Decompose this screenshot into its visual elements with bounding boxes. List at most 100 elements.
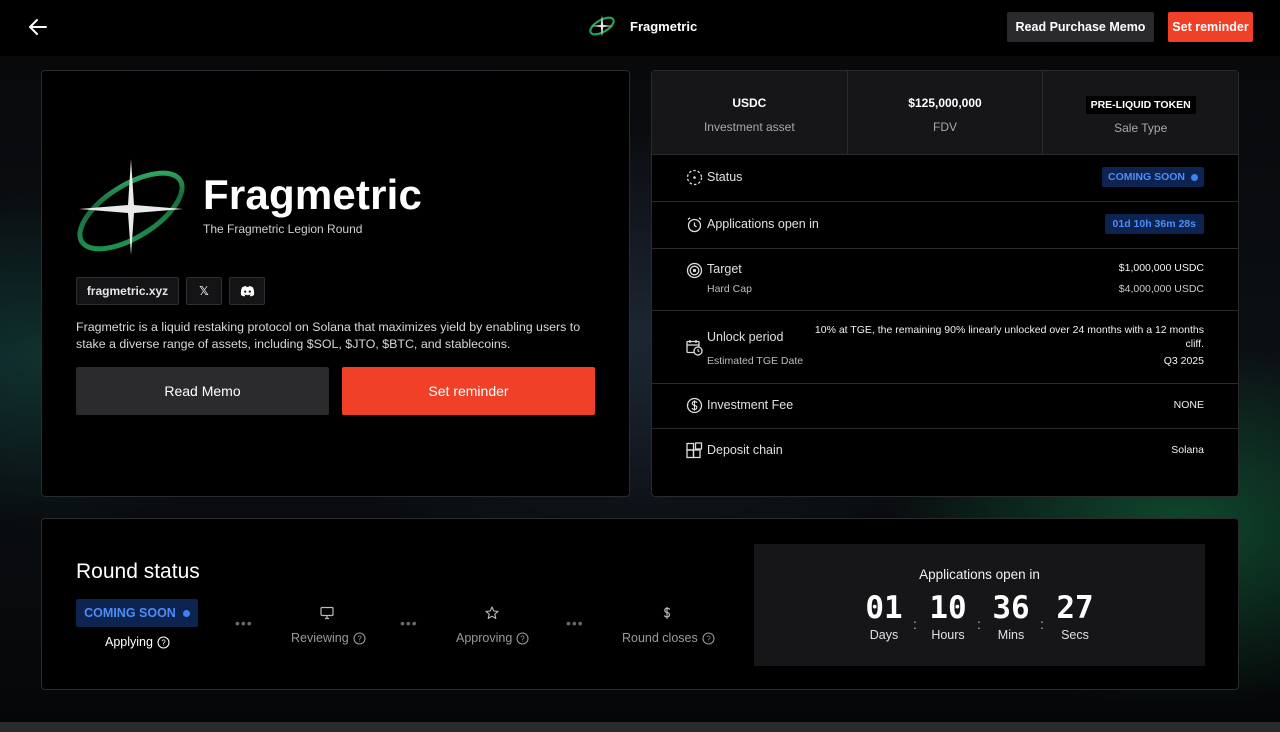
set-reminder-top-button[interactable]: Set reminder bbox=[1168, 12, 1253, 42]
monitor-icon bbox=[320, 606, 334, 620]
countdown-unit: Secs bbox=[1061, 628, 1089, 642]
countdown-value: 01 bbox=[865, 590, 903, 626]
round-status-title: Round status bbox=[76, 560, 200, 583]
detail-row-status: Status COMING SOON bbox=[652, 155, 1238, 202]
detail-sub-label: Hard Cap bbox=[707, 283, 752, 295]
stat-investment-asset: USDC Investment asset bbox=[652, 71, 848, 154]
countdown-separator: : bbox=[1040, 616, 1044, 632]
countdown-hours: 10 Hours bbox=[923, 590, 973, 642]
countdown-value: 10 bbox=[929, 590, 967, 626]
countdown-unit: Mins bbox=[997, 628, 1025, 642]
x-icon: 𝕏 bbox=[199, 284, 209, 298]
countdown-unit: Days bbox=[869, 628, 899, 642]
detail-row-target: Target Hard Cap $1,000,000 USDC $4,000,0… bbox=[652, 249, 1238, 311]
project-subtitle: The Fragmetric Legion Round bbox=[203, 222, 363, 236]
fragmetric-logo-icon bbox=[589, 15, 615, 37]
x-link[interactable]: 𝕏 bbox=[186, 277, 222, 305]
countdown-separator: : bbox=[977, 616, 981, 632]
step-separator: ••• bbox=[400, 615, 418, 631]
alarm-clock-icon bbox=[687, 217, 702, 233]
detail-row-fee: Investment Fee NONE bbox=[652, 384, 1238, 429]
step-separator: ••• bbox=[235, 615, 253, 631]
stat-fdv: $125,000,000 FDV bbox=[848, 71, 1044, 154]
status-dot bbox=[1191, 173, 1198, 181]
status-dashed-circle-icon bbox=[686, 169, 703, 186]
step-label: Approving bbox=[456, 631, 513, 645]
read-purchase-memo-button[interactable]: Read Purchase Memo bbox=[1007, 12, 1154, 42]
stat-value: $125,000,000 bbox=[908, 96, 982, 110]
status-badge: COMING SOON bbox=[1101, 167, 1204, 187]
sale-stats: USDC Investment asset $125,000,000 FDV P… bbox=[652, 71, 1238, 155]
step-separator: ••• bbox=[566, 615, 584, 631]
step-round-closes: Round closes ? bbox=[622, 631, 715, 645]
countdown-value: 27 bbox=[1056, 590, 1094, 626]
help-circle-icon[interactable]: ? bbox=[702, 631, 715, 645]
stat-value: USDC bbox=[732, 96, 767, 110]
round-status-badge: COMING SOON bbox=[76, 599, 198, 627]
detail-label: Target bbox=[707, 262, 742, 276]
help-circle-icon[interactable]: ? bbox=[353, 631, 366, 645]
bottom-strip bbox=[0, 722, 1280, 732]
round-status-dot bbox=[182, 609, 190, 617]
website-link[interactable]: fragmetric.xyz bbox=[76, 277, 179, 305]
detail-row-chain: Deposit chain Solana bbox=[652, 429, 1238, 474]
stat-label: Investment asset bbox=[703, 120, 795, 134]
step-label: Round closes bbox=[622, 631, 698, 645]
sale-details-card: USDC Investment asset $125,000,000 FDV P… bbox=[651, 70, 1239, 497]
fee-value: NONE bbox=[1173, 399, 1204, 411]
svg-text:?: ? bbox=[521, 634, 526, 643]
countdown-days: 01 Days bbox=[859, 590, 909, 642]
countdown-mins: 36 Mins bbox=[986, 590, 1036, 642]
svg-text:?: ? bbox=[706, 634, 711, 643]
sale-type-badge: PRE-LIQUID TOKEN bbox=[1085, 96, 1196, 114]
dollar-circle-icon bbox=[686, 397, 703, 414]
countdown-secs: 27 Secs bbox=[1050, 590, 1100, 642]
round-status-badge-text: COMING SOON bbox=[84, 606, 176, 620]
svg-text:?: ? bbox=[357, 634, 362, 643]
back-arrow-icon[interactable] bbox=[26, 15, 50, 39]
stat-value-wrap: PRE-LIQUID TOKEN bbox=[1043, 96, 1238, 114]
stat-label: FDV bbox=[933, 120, 957, 134]
applications-timer-badge: 01d 10h 36m 28s bbox=[1104, 214, 1204, 234]
detail-label: Applications open in bbox=[707, 217, 819, 231]
step-approving: Approving ? bbox=[456, 631, 529, 645]
calendar-clock-icon bbox=[686, 340, 703, 356]
blocks-icon bbox=[686, 442, 703, 459]
chain-value: Solana bbox=[1171, 444, 1204, 456]
step-reviewing: Reviewing ? bbox=[291, 631, 366, 645]
project-title: Fragmetric bbox=[203, 171, 423, 218]
target-value: $1,000,000 USDC bbox=[1118, 262, 1204, 274]
detail-label: Unlock period bbox=[707, 330, 784, 344]
svg-text:?: ? bbox=[161, 638, 166, 647]
top-bar: Fragmetric Read Purchase Memo Set remind… bbox=[0, 0, 1280, 56]
discord-icon bbox=[240, 286, 254, 297]
detail-label: Investment Fee bbox=[707, 398, 794, 412]
set-reminder-button[interactable]: Set reminder bbox=[342, 367, 595, 415]
target-icon bbox=[686, 262, 703, 279]
read-memo-button[interactable]: Read Memo bbox=[76, 367, 329, 415]
countdown-title: Applications open in bbox=[919, 567, 1040, 582]
project-description: Fragmetric is a liquid restaking protoco… bbox=[76, 320, 581, 351]
detail-row-unlock: Unlock period Estimated TGE Date 10% at … bbox=[652, 311, 1238, 384]
countdown-panel: Applications open in 01 Days : 10 Hours … bbox=[754, 544, 1205, 666]
fragmetric-large-logo-icon bbox=[77, 159, 185, 255]
step-label: Applying bbox=[105, 635, 153, 649]
stat-sale-type: PRE-LIQUID TOKEN Sale Type bbox=[1043, 71, 1238, 154]
status-badge-text: COMING SOON bbox=[1107, 171, 1185, 183]
project-card: Fragmetric The Fragmetric Legion Round f… bbox=[41, 70, 630, 497]
brand: Fragmetric bbox=[588, 14, 697, 38]
tge-date-value: Q3 2025 bbox=[1163, 355, 1204, 367]
brand-name: Fragmetric bbox=[630, 18, 698, 34]
countdown-value: 36 bbox=[992, 590, 1030, 626]
detail-label: Status bbox=[707, 170, 743, 184]
step-applying: Applying ? bbox=[105, 635, 170, 649]
help-circle-icon[interactable]: ? bbox=[516, 631, 529, 645]
discord-link[interactable] bbox=[229, 277, 265, 305]
countdown-unit: Hours bbox=[931, 628, 965, 642]
dollar-icon bbox=[663, 607, 671, 619]
help-circle-icon[interactable]: ? bbox=[157, 635, 170, 649]
round-status-card: Round status COMING SOON Applying ? ••• … bbox=[41, 518, 1239, 690]
stat-label: Sale Type bbox=[1114, 121, 1168, 135]
detail-label: Deposit chain bbox=[707, 443, 783, 457]
detail-row-applications: Applications open in 01d 10h 36m 28s bbox=[652, 202, 1238, 249]
